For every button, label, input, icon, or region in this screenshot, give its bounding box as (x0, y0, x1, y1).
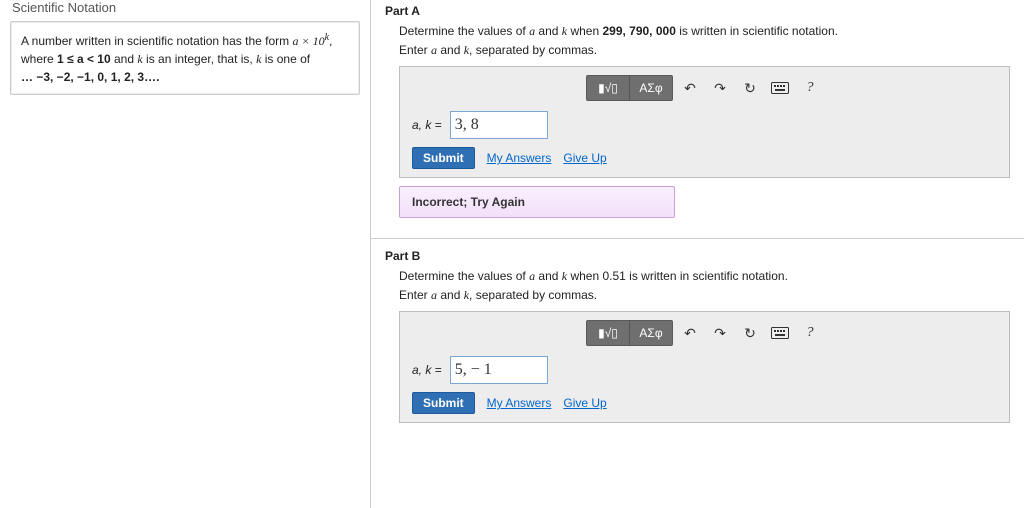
submit-button[interactable]: Submit (412, 392, 475, 414)
part-a-instruction: Enter a and k, separated by commas. (399, 43, 1024, 58)
redo-icon[interactable]: ↷ (707, 76, 733, 100)
text: Enter (399, 288, 431, 302)
left-column: Scientific Notation A number written in … (0, 0, 370, 508)
equation-toolbar: ▮√▯ ΑΣφ ↶ ↷ ↻ ? (400, 312, 1009, 356)
submit-button[interactable]: Submit (412, 147, 475, 169)
input-label: a, k = (412, 363, 442, 377)
page-root: Scientific Notation A number written in … (0, 0, 1024, 508)
text: and (437, 43, 464, 57)
topic-title: Scientific Notation (12, 0, 360, 15)
template-button[interactable]: ▮√▯ (587, 76, 630, 100)
equation-toolbar: ▮√▯ ΑΣφ ↶ ↷ ↻ ? (400, 67, 1009, 111)
text: and (535, 269, 562, 283)
intro-expr: a × 10 (292, 34, 324, 48)
help-icon[interactable]: ? (797, 76, 823, 100)
my-answers-link[interactable]: My Answers (487, 151, 552, 165)
right-column: Part A Determine the values of a and k w… (370, 0, 1024, 508)
undo-icon[interactable]: ↶ (677, 76, 703, 100)
reset-icon[interactable]: ↻ (737, 76, 763, 100)
give-up-link[interactable]: Give Up (563, 151, 606, 165)
intro-text: , (329, 34, 332, 48)
part-a-actions: Submit My Answers Give Up (400, 139, 1009, 169)
text: when (567, 24, 602, 38)
intro-text: and (111, 52, 138, 66)
part-b-answer-input[interactable] (450, 356, 548, 384)
part-separator (371, 238, 1024, 239)
toolbar-group: ▮√▯ ΑΣφ (586, 75, 673, 101)
input-label: a, k = (412, 118, 442, 132)
intro-text: is one of (261, 52, 310, 66)
part-b: Part B Determine the values of a and k w… (371, 245, 1024, 437)
intro-line-1: A number written in scientific notation … (21, 30, 349, 50)
intro-ineq: 1 ≤ a < 10 (57, 52, 111, 66)
part-a-header: Part A (385, 4, 1024, 18)
text: and (437, 288, 464, 302)
give-up-link[interactable]: Give Up (563, 396, 606, 410)
part-b-value: 0.51 (602, 269, 625, 283)
text: Determine the values of (399, 24, 529, 38)
part-a-answer-zone: ▮√▯ ΑΣφ ↶ ↷ ↻ ? a, k = Submit (399, 66, 1010, 178)
intro-box: A number written in scientific notation … (10, 21, 360, 95)
part-a-value: 299, 790, 000 (602, 24, 675, 38)
undo-icon[interactable]: ↶ (677, 321, 703, 345)
part-b-actions: Submit My Answers Give Up (400, 384, 1009, 414)
intro-text: where (21, 52, 57, 66)
intro-line-2: where 1 ≤ a < 10 and k is an integer, th… (21, 50, 349, 68)
part-b-prompt: Determine the values of a and k when 0.5… (399, 269, 1024, 284)
part-a-input-row: a, k = (400, 111, 1009, 139)
part-b-instruction: Enter a and k, separated by commas. (399, 288, 1024, 303)
part-a-feedback: Incorrect; Try Again (399, 186, 675, 218)
part-b-header: Part B (385, 249, 1024, 263)
greek-button[interactable]: ΑΣφ (630, 76, 672, 100)
text: and (535, 24, 562, 38)
intro-text: A number written in scientific notation … (21, 34, 292, 48)
redo-icon[interactable]: ↷ (707, 321, 733, 345)
my-answers-link[interactable]: My Answers (487, 396, 552, 410)
reset-icon[interactable]: ↻ (737, 321, 763, 345)
text: when (567, 269, 602, 283)
text: Enter (399, 43, 431, 57)
greek-button[interactable]: ΑΣφ (630, 321, 672, 345)
toolbar-group: ▮√▯ ΑΣφ (586, 320, 673, 346)
part-b-answer-zone: ▮√▯ ΑΣφ ↶ ↷ ↻ ? a, k = Submit (399, 311, 1010, 423)
text: is written in scientific notation. (676, 24, 838, 38)
part-a-answer-input[interactable] (450, 111, 548, 139)
keyboard-icon[interactable] (767, 321, 793, 345)
intro-line-3: … −3, −2, −1, 0, 1, 2, 3…. (21, 68, 349, 86)
text: , separated by commas. (469, 288, 597, 302)
text: Determine the values of (399, 269, 529, 283)
part-a: Part A Determine the values of a and k w… (371, 0, 1024, 226)
intro-text: is an integer, that is, (143, 52, 256, 66)
keyboard-icon[interactable] (767, 76, 793, 100)
template-button[interactable]: ▮√▯ (587, 321, 630, 345)
help-icon[interactable]: ? (797, 321, 823, 345)
text: , separated by commas. (469, 43, 597, 57)
part-a-prompt: Determine the values of a and k when 299… (399, 24, 1024, 39)
part-b-input-row: a, k = (400, 356, 1009, 384)
text: is written in scientific notation. (626, 269, 788, 283)
